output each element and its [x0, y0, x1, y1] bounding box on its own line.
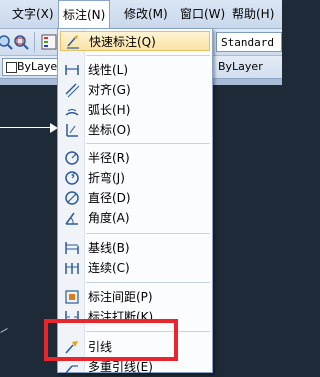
drawing-line — [0, 127, 52, 128]
menu-item-label: 快速标注(Q) — [89, 35, 156, 49]
diameter-icon — [65, 191, 79, 205]
menu-text[interactable]: 文字(X) — [8, 0, 58, 28]
menu-item-radius[interactable]: 半径(R) — [60, 148, 210, 168]
jogged-icon — [65, 171, 79, 185]
continue-icon — [65, 263, 79, 274]
ordinate-icon — [66, 124, 78, 137]
drawing-line-stub — [0, 328, 8, 333]
menu-item-linear[interactable]: 线性(L) — [60, 60, 210, 80]
menu-item-arc-length[interactable]: 弧长(H) — [60, 100, 210, 120]
menu-item-label: 标注间距(P) — [88, 290, 153, 304]
menu-item-label: 直径(D) — [88, 191, 131, 205]
menu-item-label: 折弯(J) — [88, 171, 125, 185]
angular-icon — [65, 212, 78, 225]
menu-modify[interactable]: 修改(M) — [120, 0, 172, 28]
menu-item-label: 角度(A) — [88, 211, 130, 225]
menu-item-diameter[interactable]: 直径(D) — [60, 188, 210, 208]
zoom-window-icon[interactable] — [12, 33, 30, 51]
menu-item-dimension-space[interactable]: 标注间距(P) — [60, 287, 210, 307]
arc-length-icon — [65, 109, 79, 116]
menu-separator — [86, 233, 210, 234]
color-select[interactable]: ByLayer — [2, 58, 60, 76]
menu-item-ordinate[interactable]: 坐标(O) — [60, 120, 210, 140]
menu-item-aligned[interactable]: 对齐(G) — [60, 80, 210, 100]
aligned-icon — [65, 83, 80, 98]
menu-item-label: 对齐(G) — [88, 83, 131, 97]
color-swatch-icon — [6, 62, 17, 73]
menu-separator — [86, 143, 210, 144]
menu-item-label: 基线(B) — [88, 241, 130, 255]
dimension-space-icon — [65, 290, 79, 304]
quick-dimension-icon — [67, 35, 79, 49]
toolbar-separator — [34, 32, 35, 52]
menubar: 文字(X) 标注(N) 修改(M) 窗口(W) 帮助(H) — [0, 0, 282, 30]
menu-item-label: 弧长(H) — [88, 103, 131, 117]
menu-item-label: 连续(C) — [88, 261, 130, 275]
menu-item-quick-dimension[interactable]: 快速标注(Q) — [60, 31, 210, 51]
menu-item-continue[interactable]: 连续(C) — [60, 258, 210, 278]
radius-icon — [65, 151, 79, 165]
menu-item-label: 半径(R) — [88, 151, 130, 165]
menu-item-jogged[interactable]: 折弯(J) — [60, 168, 210, 188]
menu-item-baseline[interactable]: 基线(B) — [60, 238, 210, 258]
baseline-icon — [65, 242, 79, 254]
menu-help[interactable]: 帮助(H) — [228, 0, 278, 28]
color-select-value: ByLayer — [17, 60, 60, 73]
menu-item-label: 坐标(O) — [88, 123, 131, 137]
menu-dimension[interactable]: 标注(N) — [58, 0, 111, 30]
menu-item-label: 线性(L) — [88, 63, 129, 77]
linear-icon — [65, 65, 79, 75]
menu-window[interactable]: 窗口(W) — [176, 0, 229, 28]
text-style-select[interactable]: Standard — [216, 32, 282, 52]
highlight-callout-box — [44, 319, 178, 361]
properties-icon[interactable] — [40, 33, 58, 51]
menu-separator — [86, 55, 210, 56]
menu-separator — [86, 282, 210, 283]
menu-item-angular[interactable]: 角度(A) — [60, 208, 210, 228]
linetype-select[interactable]: ByLayer — [216, 58, 284, 76]
